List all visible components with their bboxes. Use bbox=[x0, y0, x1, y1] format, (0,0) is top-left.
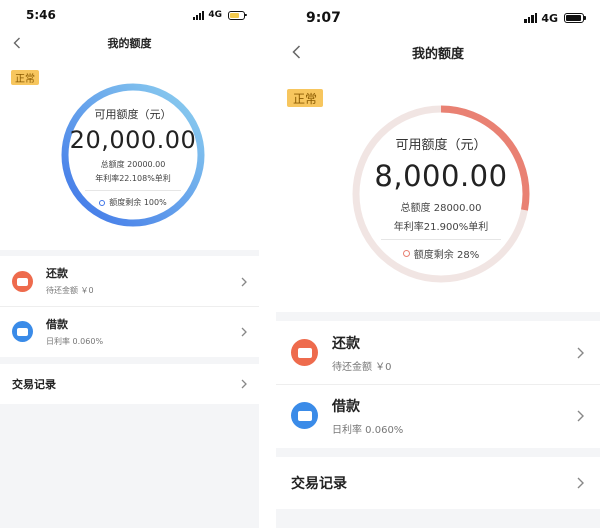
available-credit-label: 可用额度（元） bbox=[395, 138, 487, 153]
network-label: 4G bbox=[208, 10, 222, 20]
phone-screen-left: 5:46 4G 我的额度 正常 可用额度（元） 20,000.00 总额度 20… bbox=[0, 0, 259, 528]
repay-row[interactable]: 还款 待还金额 ￥0 bbox=[276, 321, 600, 384]
chevron-left-icon bbox=[13, 37, 20, 49]
summary-divider bbox=[85, 190, 181, 191]
phone-screen-right: 9:07 4G 我的额度 正常 可用额度（元） 8,000.00 总额度 280… bbox=[276, 0, 600, 528]
available-credit-amount: 8,000.00 bbox=[374, 159, 508, 193]
status-indicators: 4G bbox=[193, 10, 247, 20]
borrow-row[interactable]: 借款 日利率 0.060% bbox=[276, 385, 600, 448]
summary-divider bbox=[381, 239, 501, 240]
chevron-left-icon bbox=[291, 45, 300, 59]
available-credit-amount: 20,000.00 bbox=[69, 126, 197, 154]
transaction-records-row[interactable]: 交易记录 bbox=[0, 364, 259, 404]
borrow-text: 借款 日利率 0.060% bbox=[332, 396, 403, 436]
remaining-dot-icon bbox=[402, 250, 410, 257]
repay-subtitle: 待还金额 ￥0 bbox=[46, 286, 94, 295]
remaining-credit: 额度剩余 100% bbox=[59, 197, 207, 208]
network-label: 4G bbox=[541, 11, 558, 25]
screen-gap bbox=[259, 0, 276, 528]
chevron-right-icon bbox=[241, 277, 247, 287]
borrow-subtitle: 日利率 0.060% bbox=[332, 425, 404, 436]
annual-rate: 年利率22.108%单利 bbox=[95, 174, 171, 183]
nav-bar: 我的额度 bbox=[276, 36, 600, 68]
chevron-right-icon bbox=[241, 327, 247, 337]
signal-icon bbox=[193, 10, 205, 20]
repay-row[interactable]: 还款 待还金额 ￥0 bbox=[0, 256, 259, 306]
page-title: 我的额度 bbox=[107, 37, 152, 50]
nav-bar: 我的额度 bbox=[0, 30, 259, 56]
remaining-credit: 额度剩余 28% bbox=[349, 246, 533, 261]
credit-summary: 可用额度（元） 20,000.00 总额度 20000.00 年利率22.108… bbox=[59, 106, 207, 208]
back-button[interactable] bbox=[0, 30, 34, 56]
battery-charging-icon bbox=[228, 10, 247, 20]
borrow-icon bbox=[291, 402, 318, 429]
remaining-credit-text: 额度剩余 100% bbox=[109, 198, 167, 207]
remaining-dot-icon bbox=[99, 199, 106, 206]
remaining-credit-text: 额度剩余 28% bbox=[413, 250, 480, 261]
borrow-title: 借款 bbox=[46, 318, 68, 331]
status-bar: 5:46 4G bbox=[0, 0, 259, 30]
transaction-records-label: 交易记录 bbox=[291, 476, 347, 492]
signal-icon bbox=[524, 13, 538, 23]
status-badge: 正常 bbox=[287, 89, 323, 107]
total-credit: 总额度 20000.00 bbox=[100, 160, 166, 169]
total-credit: 总额度 28000.00 bbox=[400, 203, 482, 214]
repay-title: 还款 bbox=[332, 336, 360, 352]
chevron-right-icon bbox=[577, 410, 584, 422]
repay-icon bbox=[291, 339, 318, 366]
borrow-text: 借款 日利率 0.060% bbox=[46, 316, 103, 347]
battery-icon bbox=[564, 13, 586, 23]
transaction-records-row[interactable]: 交易记录 bbox=[276, 457, 600, 509]
status-time: 5:46 bbox=[26, 8, 56, 22]
annual-rate: 年利率21.900%单利 bbox=[393, 222, 489, 233]
repay-subtitle: 待还金额 ￥0 bbox=[332, 362, 392, 373]
repay-title: 还款 bbox=[46, 267, 68, 280]
borrow-row[interactable]: 借款 日利率 0.060% bbox=[0, 307, 259, 357]
repay-text: 还款 待还金额 ￥0 bbox=[46, 265, 94, 296]
chevron-right-icon bbox=[577, 477, 584, 489]
available-credit-label: 可用额度（元） bbox=[94, 108, 172, 121]
borrow-subtitle: 日利率 0.060% bbox=[46, 337, 104, 346]
borrow-title: 借款 bbox=[332, 399, 360, 415]
chevron-right-icon bbox=[577, 347, 584, 359]
back-button[interactable] bbox=[276, 36, 316, 68]
credit-summary: 可用额度（元） 8,000.00 总额度 28000.00 年利率21.900%… bbox=[349, 134, 533, 261]
repay-icon bbox=[12, 271, 33, 292]
repay-text: 还款 待还金额 ￥0 bbox=[332, 333, 392, 373]
page-title: 我的额度 bbox=[411, 46, 464, 62]
status-bar: 9:07 4G bbox=[276, 0, 600, 36]
status-time: 9:07 bbox=[306, 10, 341, 26]
chevron-right-icon bbox=[241, 379, 247, 389]
status-indicators: 4G bbox=[524, 11, 586, 25]
transaction-records-label: 交易记录 bbox=[12, 378, 56, 391]
borrow-icon bbox=[12, 321, 33, 342]
status-badge: 正常 bbox=[11, 70, 39, 85]
